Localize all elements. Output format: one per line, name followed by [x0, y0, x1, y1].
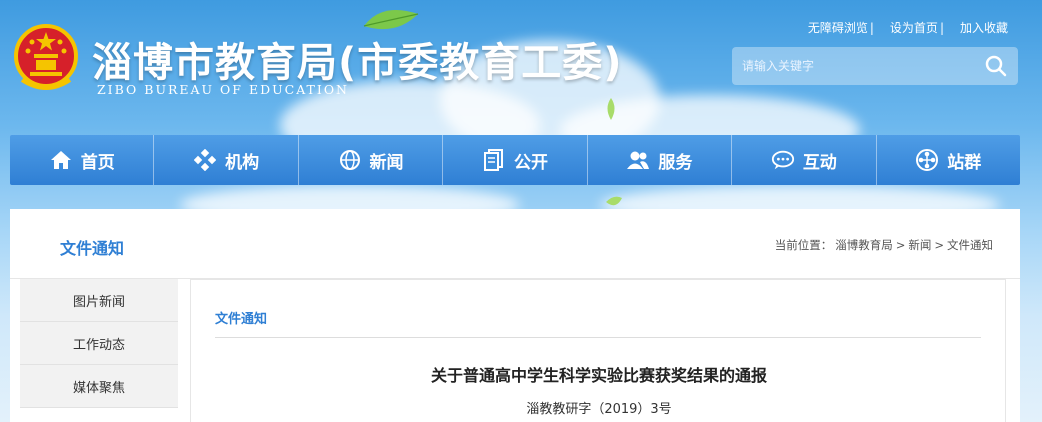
set-homepage-link[interactable]: 设为首页 | [890, 19, 944, 36]
site-subtitle: ZIBO BUREAU OF EDUCATION [97, 82, 349, 97]
breadcrumb-prefix: 当前位置： [774, 238, 833, 252]
article: 文件通知 关于普通高中学生科学实验比赛获奖结果的通报 淄教教研字（2019）3号 [190, 279, 1006, 422]
main-nav: 首页 机构 新闻 公开 服务 互动 站群 [10, 135, 1020, 185]
site-title: 淄博市教育局(市委教育工委) [92, 40, 623, 86]
article-doc-number: 淄教教研字（2019）3号 [526, 402, 672, 417]
leaf-icon [363, 10, 419, 30]
nav-item-service[interactable]: 服务 [588, 135, 733, 185]
document-icon [482, 148, 506, 172]
nav-item-label: 首页 [80, 152, 115, 173]
search-input[interactable] [732, 47, 974, 85]
sidebar-item-photo-news[interactable]: 图片新闻 [20, 279, 178, 322]
content-panel: 文件通知 当前位置： 淄博教育局 > 新闻 > 文件通知 图片新闻 工作动态 媒体聚焦 文… [10, 209, 1020, 422]
org-icon [193, 148, 217, 172]
add-favorite-link[interactable]: 加入收藏 [960, 19, 1008, 36]
accessibility-link[interactable]: 无障碍浏览 | [808, 19, 874, 36]
nav-item-news[interactable]: 新闻 [299, 135, 444, 185]
nav-item-home[interactable]: 首页 [10, 135, 155, 185]
nav-item-public[interactable]: 公开 [443, 135, 588, 185]
section-title: 文件通知 [60, 239, 125, 258]
search-box [732, 47, 1018, 85]
nav-item-label: 互动 [802, 152, 837, 173]
divider [215, 337, 981, 338]
top-links: 无障碍浏览 | 设为首页 | 加入收藏 [808, 19, 1008, 36]
nav-item-organization[interactable]: 机构 [154, 135, 299, 185]
article-title: 关于普通高中学生科学实验比赛获奖结果的通报 [430, 366, 767, 385]
breadcrumb: 当前位置： 淄博教育局 > 新闻 > 文件通知 [775, 237, 996, 253]
breadcrumb-item-home[interactable]: 淄博教育局 [835, 238, 893, 252]
nav-item-interact[interactable]: 互动 [732, 135, 877, 185]
sidebar: 图片新闻 工作动态 媒体聚焦 [20, 279, 178, 408]
home-icon [49, 148, 73, 172]
nav-item-label: 站群 [947, 152, 982, 173]
nav-item-label: 新闻 [369, 152, 404, 173]
breadcrumb-separator: > [934, 238, 944, 252]
nav-item-label: 机构 [225, 152, 260, 173]
cluster-icon [915, 148, 939, 172]
search-icon [985, 55, 1007, 77]
search-button[interactable] [974, 47, 1018, 85]
nav-item-sites[interactable]: 站群 [877, 135, 1020, 185]
breadcrumb-separator: > [895, 238, 906, 252]
nav-item-label: 公开 [513, 152, 548, 173]
leaf-icon [607, 98, 615, 120]
leaf-icon [606, 196, 622, 206]
sidebar-item-media-focus[interactable]: 媒体聚焦 [20, 365, 178, 408]
article-category: 文件通知 [215, 312, 268, 327]
national-emblem-logo [12, 22, 80, 94]
sidebar-item-work-updates[interactable]: 工作动态 [20, 322, 178, 365]
breadcrumb-item-current[interactable]: 文件通知 [947, 238, 993, 252]
globe-icon [338, 148, 362, 172]
chat-icon [771, 148, 795, 172]
nav-item-label: 服务 [658, 152, 693, 173]
breadcrumb-item-news[interactable]: 新闻 [908, 238, 931, 252]
people-icon [626, 148, 650, 172]
